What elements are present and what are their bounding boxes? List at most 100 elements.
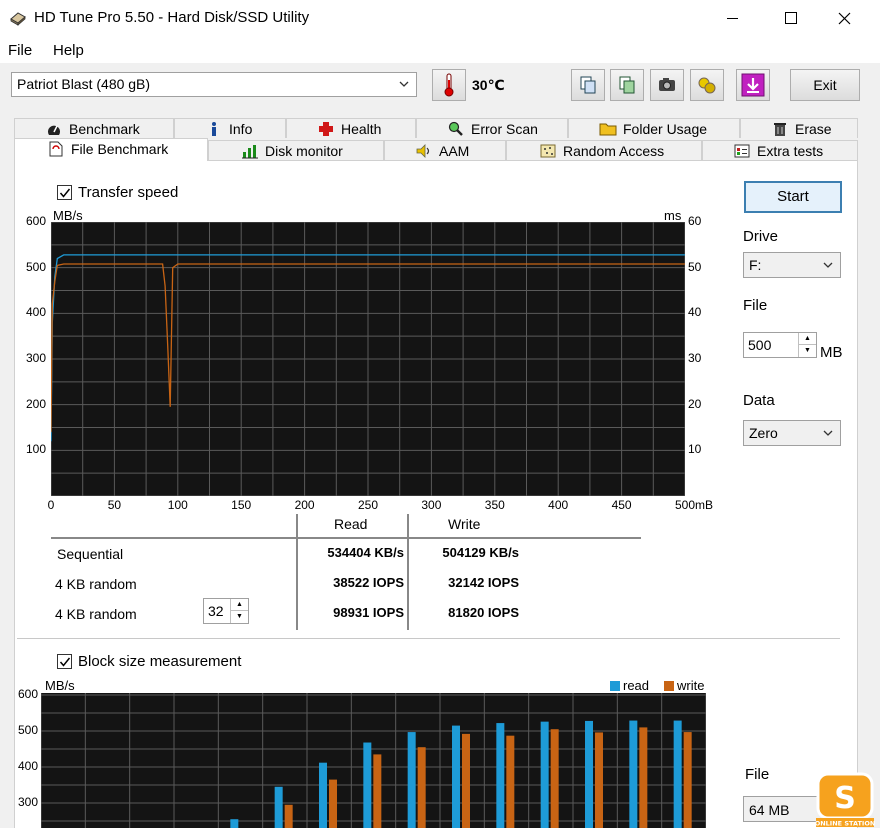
random-4kb-qd-write: 81820 IOPS <box>448 605 519 620</box>
write-bar <box>506 735 515 828</box>
minimize-icon <box>727 18 738 19</box>
tab-file-benchmark[interactable]: File Benchmark <box>14 138 208 161</box>
sequential-read: 534404 KB/s <box>327 545 404 560</box>
svg-text:S: S <box>834 781 856 816</box>
watermark-logo: S ONLINE STATION <box>815 772 876 828</box>
tab-extra-tests[interactable]: Extra tests <box>702 140 858 160</box>
drive-combo-value: F: <box>749 257 762 273</box>
copy-info-button[interactable] <box>571 69 605 101</box>
download-icon <box>741 73 765 97</box>
tab-health[interactable]: Health <box>286 118 416 138</box>
x-tick-label: 350 <box>484 498 505 512</box>
window-title: HD Tune Pro 5.50 - Hard Disk/SSD Utility <box>34 9 310 26</box>
y-tick-label: 200 <box>25 396 46 411</box>
health-cross-icon <box>319 122 333 136</box>
read-bar <box>496 723 505 828</box>
block-file-combo[interactable]: 64 MB <box>743 796 823 822</box>
exit-button[interactable]: Exit <box>790 69 860 101</box>
queue-depth-stepper[interactable]: 32 ▲ ▼ <box>203 598 249 624</box>
svg-text:ONLINE STATION: ONLINE STATION <box>815 820 876 828</box>
save-button[interactable] <box>736 69 770 101</box>
menu-help[interactable]: Help <box>53 42 84 59</box>
queue-depth-value: 32 <box>208 603 224 619</box>
legend-read-label: read <box>623 678 650 693</box>
tab-aam[interactable]: AAM <box>384 140 506 160</box>
drive-select[interactable]: Patriot Blast (480 gB) <box>11 72 417 97</box>
start-button[interactable]: Start <box>744 181 842 213</box>
y2-tick-label: 50 <box>688 259 702 274</box>
tab-benchmark[interactable]: Benchmark <box>14 118 174 138</box>
y2-tick-label: 60 <box>688 214 702 228</box>
read-bar <box>452 725 460 828</box>
legend-write-label: write <box>677 678 705 693</box>
close-button[interactable] <box>820 0 878 37</box>
folder-icon <box>599 123 617 136</box>
thermometer-icon <box>444 73 454 97</box>
block-size-checkbox[interactable] <box>57 654 72 669</box>
drive-combo[interactable]: F: <box>743 252 841 278</box>
tab-folder-usage[interactable]: Folder Usage <box>568 118 740 138</box>
random-4kb-write: 32142 IOPS <box>448 575 519 590</box>
data-pattern-value: Zero <box>749 425 778 441</box>
write-bar <box>683 732 692 828</box>
results-header-line <box>51 537 641 539</box>
chevron-down-icon <box>399 81 409 87</box>
y-tick-label: 300 <box>25 351 46 365</box>
read-bar <box>230 819 239 828</box>
camera-icon <box>659 78 675 91</box>
x-tick-label: 500mB <box>675 498 714 512</box>
legend-read-swatch <box>610 681 620 691</box>
arrow-up-icon[interactable]: ▲ <box>231 599 248 611</box>
tab-disk-monitor[interactable]: Disk monitor <box>208 140 384 160</box>
write-bar <box>639 727 648 828</box>
tab-erase[interactable]: Erase <box>740 118 858 138</box>
transfer-speed-label: Transfer speed <box>78 184 179 201</box>
info-icon <box>212 122 216 136</box>
arrow-down-icon[interactable]: ▼ <box>231 611 248 623</box>
random-4kb-label: 4 KB random <box>55 576 137 592</box>
arrow-up-icon[interactable]: ▲ <box>799 333 816 345</box>
minimize-button[interactable] <box>704 0 762 37</box>
maximize-button[interactable] <box>762 0 820 37</box>
y2-tick-label: 40 <box>688 305 702 320</box>
tab-random-access[interactable]: Random Access <box>506 140 702 160</box>
x-tick-label: 450 <box>611 498 632 512</box>
options-button[interactable] <box>690 69 724 101</box>
left-axis-unit: MB/s <box>53 208 83 223</box>
drive-label: Drive <box>743 228 779 245</box>
arrow-down-icon[interactable]: ▼ <box>799 345 816 357</box>
extra-tests-icon <box>734 144 750 158</box>
tab-info[interactable]: Info <box>174 118 286 138</box>
random-access-icon <box>540 144 556 158</box>
x-tick-label: 400 <box>548 498 569 512</box>
tab-error-scan[interactable]: Error Scan <box>416 118 568 138</box>
transfer-speed-checkbox[interactable] <box>57 185 72 200</box>
temperature-value: 30℃ <box>472 77 505 93</box>
copy-icon <box>580 76 596 94</box>
file-size-arrows[interactable]: ▲ ▼ <box>798 333 816 357</box>
data-pattern-combo[interactable]: Zero <box>743 420 841 446</box>
trash-icon <box>774 123 786 136</box>
write-bar <box>373 754 382 828</box>
drive-select-value: Patriot Blast (480 gB) <box>17 76 151 92</box>
block-axis-unit: MB/s <box>45 678 75 693</box>
copy-screen-button[interactable] <box>610 69 644 101</box>
file-size-stepper[interactable]: 500 ▲ ▼ <box>743 332 817 358</box>
y2-tick-label: 10 <box>688 442 702 457</box>
file-size-label: File <box>743 297 768 314</box>
section-separator <box>17 638 840 639</box>
menu-file[interactable]: File <box>8 42 32 59</box>
queue-depth-arrows[interactable]: ▲ ▼ <box>230 599 248 623</box>
checkmark-icon <box>59 188 71 198</box>
x-tick-label: 150 <box>231 498 252 512</box>
block-size-label: Block size measurement <box>78 653 242 670</box>
transfer-speed-chart <box>51 222 685 496</box>
block-y-tick-label: 600 <box>17 687 38 701</box>
screenshot-button[interactable] <box>650 69 684 101</box>
random-4kb-qd-label: 4 KB random <box>55 606 137 622</box>
temperature-button[interactable] <box>432 69 466 101</box>
block-y-tick-label: 400 <box>17 759 38 773</box>
app-disk-icon <box>10 12 26 26</box>
write-bar <box>284 804 293 828</box>
file-size-unit: MB <box>820 344 843 361</box>
